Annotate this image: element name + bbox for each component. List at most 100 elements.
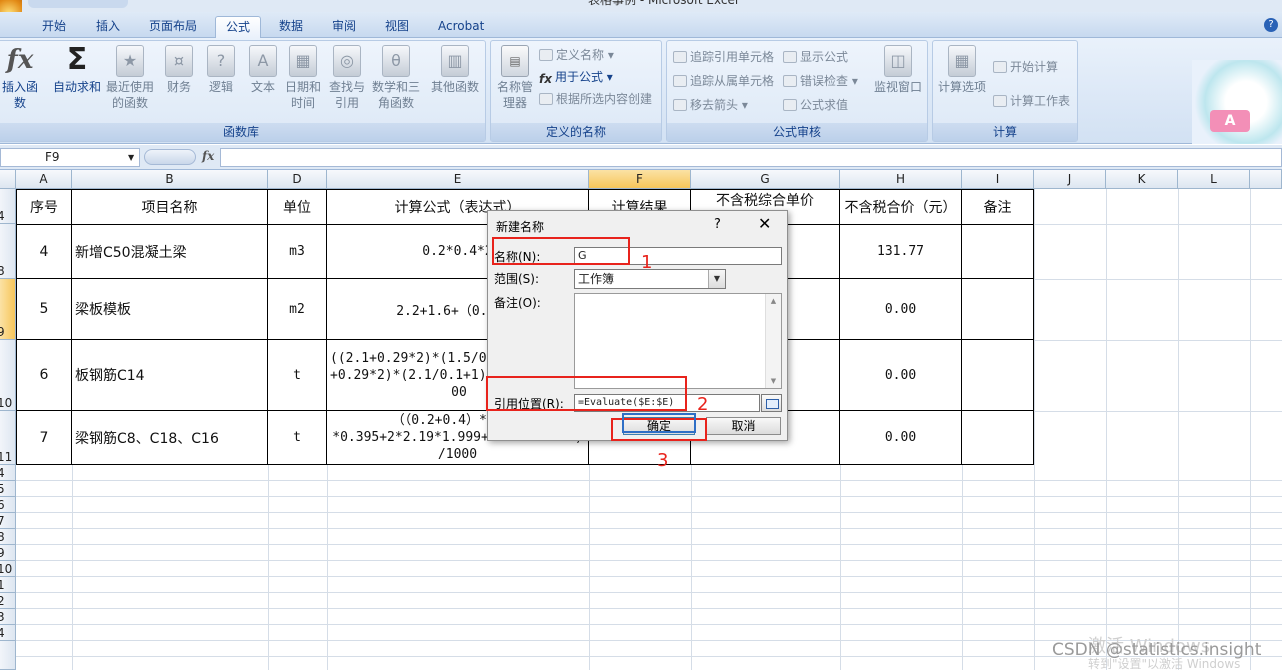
comment-scrollbar[interactable]: ▲ ▼ bbox=[765, 294, 781, 388]
row-header[interactable]: 1 bbox=[0, 577, 16, 593]
cell-remark[interactable] bbox=[962, 411, 1034, 465]
calculation-options-button[interactable]: ▦ 计算选项 bbox=[935, 45, 989, 95]
column-header-f[interactable]: F bbox=[589, 170, 691, 189]
column-header-k[interactable]: K bbox=[1106, 170, 1178, 189]
tab-data[interactable]: 数据 bbox=[269, 16, 313, 38]
trace-dependents-button[interactable]: 追踪从属单元格 bbox=[673, 71, 774, 91]
cell-unit[interactable]: m2 bbox=[268, 279, 327, 340]
column-header-l[interactable]: L bbox=[1178, 170, 1250, 189]
tab-page-layout[interactable]: 页面布局 bbox=[139, 16, 207, 38]
calculate-now-button[interactable]: 开始计算 bbox=[993, 57, 1058, 77]
column-header-h[interactable]: H bbox=[840, 170, 962, 189]
cell-seq[interactable]: 5 bbox=[17, 279, 72, 340]
cell-header-remark[interactable]: 备注 bbox=[962, 190, 1034, 225]
tab-home[interactable]: 开始 bbox=[32, 16, 76, 38]
cell-header-total[interactable]: 不含税合价（元） bbox=[840, 190, 962, 225]
row-header[interactable] bbox=[0, 641, 16, 670]
tab-formulas[interactable]: 公式 bbox=[215, 16, 262, 38]
datetime-button[interactable]: ▦ 日期和时间 bbox=[283, 45, 323, 111]
quick-access-toolbar[interactable] bbox=[28, 0, 128, 8]
trace-precedents-button[interactable]: 追踪引用单元格 bbox=[673, 47, 774, 67]
row-header[interactable]: 10 bbox=[0, 561, 16, 577]
collapse-dialog-icon[interactable] bbox=[761, 394, 782, 412]
cell-item-name[interactable]: 新增C50混凝土梁 bbox=[72, 225, 268, 279]
cell-unit[interactable]: m3 bbox=[268, 225, 327, 279]
row-header[interactable]: 4 bbox=[0, 189, 16, 224]
cell-remark[interactable] bbox=[962, 225, 1034, 279]
use-in-formula-button[interactable]: fx 用于公式 ▾ bbox=[539, 67, 613, 87]
financial-button[interactable]: ¤ 财务 bbox=[161, 45, 197, 95]
row-header[interactable]: 4 bbox=[0, 465, 16, 481]
math-trig-button[interactable]: θ 数学和三角函数 bbox=[371, 45, 421, 111]
scroll-down-icon[interactable]: ▼ bbox=[766, 374, 781, 388]
more-functions-button[interactable]: ▥ 其他函数 bbox=[429, 45, 481, 95]
create-from-selection-button[interactable]: 根据所选内容创建 bbox=[539, 89, 652, 109]
name-box[interactable]: F9 bbox=[0, 148, 140, 167]
column-header-j[interactable]: J bbox=[1034, 170, 1106, 189]
cell-seq[interactable]: 4 bbox=[17, 225, 72, 279]
cell-seq[interactable]: 6 bbox=[17, 340, 72, 411]
row-header[interactable]: 10 bbox=[0, 340, 16, 411]
row-header[interactable]: 5 bbox=[0, 481, 16, 497]
cell-remark[interactable] bbox=[962, 279, 1034, 340]
cell-unit[interactable]: t bbox=[268, 411, 327, 465]
calculate-sheet-button[interactable]: 计算工作表 bbox=[993, 91, 1070, 111]
scroll-up-icon[interactable]: ▲ bbox=[766, 294, 781, 308]
comment-textarea[interactable]: ▲ ▼ bbox=[574, 293, 782, 389]
insert-function-fx-icon[interactable]: fx bbox=[202, 149, 214, 163]
column-header-e[interactable]: E bbox=[327, 170, 589, 189]
row-header[interactable]: 3 bbox=[0, 609, 16, 625]
cell-remark[interactable] bbox=[962, 340, 1034, 411]
tab-review[interactable]: 审阅 bbox=[322, 16, 366, 38]
cell-header-unit[interactable]: 单位 bbox=[268, 190, 327, 225]
define-name-button[interactable]: 定义名称 ▾ bbox=[539, 45, 614, 65]
name-manager-button[interactable]: ▤ 名称管理器 bbox=[495, 45, 535, 111]
logical-button[interactable]: ? 逻辑 bbox=[203, 45, 239, 95]
tab-view[interactable]: 视图 bbox=[375, 16, 419, 38]
remove-arrows-button[interactable]: 移去箭头 ▾ bbox=[673, 95, 748, 115]
row-header[interactable]: 6 bbox=[0, 497, 16, 513]
cancel-button[interactable]: 取消 bbox=[706, 417, 781, 435]
row-header[interactable]: 11 bbox=[0, 411, 16, 465]
show-formulas-button[interactable]: 显示公式 bbox=[783, 47, 848, 67]
recent-functions-button[interactable]: ★ 最近使用的函数 bbox=[105, 45, 155, 111]
cell-item-name[interactable]: 板钢筋C14 bbox=[72, 340, 268, 411]
cell-item-name[interactable]: 梁板模板 bbox=[72, 279, 268, 340]
text-functions-button[interactable]: A 文本 bbox=[245, 45, 281, 95]
column-header-d[interactable]: D bbox=[268, 170, 327, 189]
watch-window-button[interactable]: ◫ 监视窗口 bbox=[871, 45, 925, 95]
row-header[interactable]: 7 bbox=[0, 513, 16, 529]
chevron-down-icon[interactable]: ▼ bbox=[708, 270, 725, 288]
row-header-selected[interactable]: 9 bbox=[0, 279, 16, 340]
cell-total[interactable]: 0.00 bbox=[840, 279, 962, 340]
cell-total[interactable]: 0.00 bbox=[840, 411, 962, 465]
column-header-b[interactable]: B bbox=[72, 170, 268, 189]
error-checking-button[interactable]: 错误检查 ▾ bbox=[783, 71, 858, 91]
select-all-corner[interactable] bbox=[0, 170, 16, 189]
cell-unit[interactable]: t bbox=[268, 340, 327, 411]
row-header[interactable]: 4 bbox=[0, 625, 16, 641]
formula-input[interactable] bbox=[220, 148, 1282, 167]
column-header-i[interactable]: I bbox=[962, 170, 1034, 189]
column-header-a[interactable]: A bbox=[16, 170, 72, 189]
tab-insert[interactable]: 插入 bbox=[86, 16, 130, 38]
cell-total[interactable]: 131.77 bbox=[840, 225, 962, 279]
autosum-button[interactable]: Σ 自动求和 bbox=[51, 45, 103, 95]
help-icon[interactable]: ? bbox=[1264, 18, 1278, 32]
dialog-help-icon[interactable]: ? bbox=[714, 217, 721, 232]
formula-splitter[interactable] bbox=[144, 149, 196, 165]
cell-item-name[interactable]: 梁钢筋C8、C18、C16 bbox=[72, 411, 268, 465]
column-header-g[interactable]: G bbox=[691, 170, 840, 189]
cell-header-name[interactable]: 项目名称 bbox=[72, 190, 268, 225]
row-header[interactable]: 8 bbox=[0, 529, 16, 545]
cell-total[interactable]: 0.00 bbox=[840, 340, 962, 411]
cell-header-seq[interactable]: 序号 bbox=[17, 190, 72, 225]
dialog-close-icon[interactable]: ✕ bbox=[758, 214, 771, 233]
row-header[interactable]: 9 bbox=[0, 545, 16, 561]
name-box-dropdown-icon[interactable]: ▼ bbox=[128, 153, 134, 162]
insert-function-button[interactable]: fx 插入函数 bbox=[0, 45, 43, 111]
row-header[interactable]: 8 bbox=[0, 224, 16, 279]
column-header-m[interactable] bbox=[1250, 170, 1282, 189]
lookup-button[interactable]: ◎ 查找与引用 bbox=[327, 45, 367, 111]
evaluate-formula-button[interactable]: 公式求值 bbox=[783, 95, 848, 115]
